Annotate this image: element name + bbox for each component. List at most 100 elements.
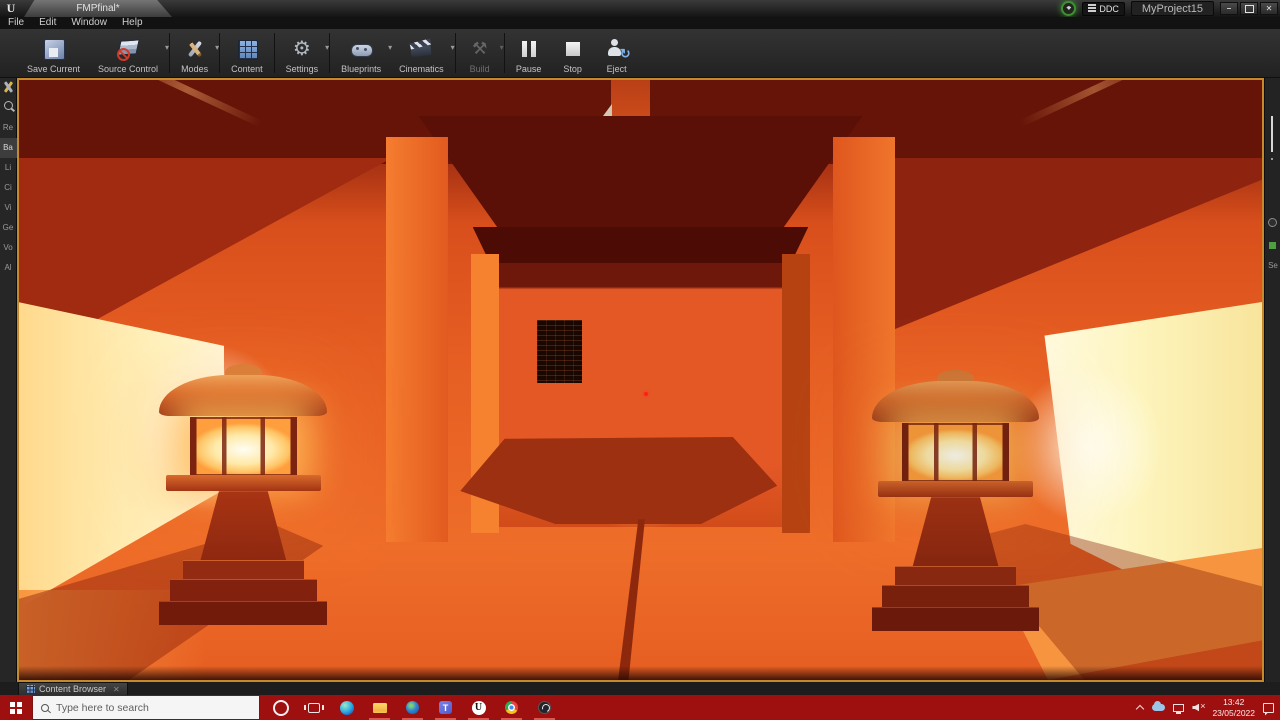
menu-help[interactable]: Help <box>122 17 143 29</box>
level-tab-label: FMPfinal* <box>76 3 120 14</box>
menu-file[interactable]: File <box>8 17 24 29</box>
place-category-visual[interactable]: Vi <box>0 198 17 218</box>
task-view-icon[interactable] <box>297 695 330 720</box>
onedrive-cloud-icon[interactable] <box>1152 701 1166 711</box>
pause-button[interactable]: Pause <box>507 29 551 77</box>
hidden-icons-caret[interactable] <box>1136 704 1144 712</box>
level-tab[interactable]: FMPfinal* <box>24 0 172 17</box>
cinematics-button[interactable]: Cinematics <box>390 29 453 77</box>
clock-date: 23/05/2022 <box>1212 707 1255 718</box>
place-category-allclasses[interactable]: Al <box>0 258 17 278</box>
place-actors-panel-collapsed: Re Ba Li Ci Vi Ge Vo Al <box>0 78 17 682</box>
taskbar-clock[interactable]: 13:42 23/05/2022 <box>1212 697 1255 718</box>
close-tab-icon[interactable] <box>113 685 120 694</box>
search-icon[interactable] <box>2 99 15 114</box>
place-category-geometry[interactable]: Ge <box>0 218 17 238</box>
system-tray: 13:42 23/05/2022 <box>1136 695 1280 720</box>
taskbar-search[interactable] <box>32 695 260 720</box>
unreal-logo-icon: U <box>6 1 16 15</box>
edge-icon[interactable] <box>330 695 363 720</box>
task-view-glyph <box>303 702 324 713</box>
taskbar-apps: T U <box>264 695 561 720</box>
window-controls <box>1220 2 1278 15</box>
eject-button[interactable]: Eject <box>595 29 639 77</box>
place-category-basic[interactable]: Ba <box>0 138 17 158</box>
toolbar-separator <box>219 33 221 73</box>
status-ring-icon <box>1061 1 1077 16</box>
scroll-dot <box>1271 158 1273 160</box>
ddc-server-icon <box>1088 4 1097 13</box>
unreal-glyph: U <box>471 700 486 715</box>
place-category-volumes[interactable]: Vo <box>0 238 17 258</box>
toolbar-separator <box>454 33 456 73</box>
content-browser-tab[interactable]: Content Browser <box>18 682 128 695</box>
hammer-icon: ⚒ <box>472 39 488 58</box>
menu-bar: File Edit Window Help <box>0 17 1280 29</box>
settings-button[interactable]: ⚙ Settings <box>277 29 328 77</box>
place-category-lights[interactable]: Li <box>0 158 17 178</box>
search-icon <box>41 703 49 712</box>
clock-time: 13:42 <box>1223 696 1245 707</box>
chevron-down-icon[interactable] <box>451 43 455 52</box>
network-icon[interactable] <box>1173 703 1185 714</box>
lantern-frame <box>901 423 1010 483</box>
right-panel-collapsed: Se <box>1264 78 1280 682</box>
chrome-icon[interactable] <box>495 695 528 720</box>
windows-logo-icon <box>10 701 22 714</box>
blueprints-button[interactable]: Blueprints <box>332 29 390 77</box>
minimize-button[interactable] <box>1220 2 1238 15</box>
place-category-recent[interactable]: Re <box>0 118 17 138</box>
globe-app-icon[interactable] <box>396 695 429 720</box>
content-grid-icon <box>234 36 260 62</box>
obs-glyph <box>538 701 551 714</box>
ddc-button[interactable]: DDC <box>1082 1 1125 16</box>
titlebar-right: DDC MyProject15 <box>1061 0 1278 17</box>
green-status-square <box>1269 242 1276 249</box>
cortana-icon[interactable] <box>264 695 297 720</box>
menu-window[interactable]: Window <box>71 17 107 29</box>
stop-button[interactable]: Stop <box>551 29 595 77</box>
file-explorer-icon[interactable] <box>363 695 396 720</box>
clapperboard-icon <box>408 36 434 62</box>
game-viewport[interactable] <box>17 78 1264 682</box>
panel-circle-icon <box>1268 218 1277 227</box>
gear-icon: ⚙ <box>292 38 311 60</box>
modes-tool-icon[interactable] <box>2 80 15 95</box>
scene-gate-pillar-left <box>385 137 448 542</box>
close-button[interactable] <box>1260 2 1278 15</box>
action-center-icon[interactable] <box>1263 702 1274 713</box>
main-area: Re Ba Li Ci Vi Ge Vo Al Se <box>0 78 1280 682</box>
stop-icon <box>560 36 586 62</box>
content-button[interactable]: Content <box>222 29 272 77</box>
build-button: ⚒ Build <box>458 29 502 77</box>
lantern-shelf <box>166 475 321 492</box>
chevron-down-icon[interactable] <box>165 43 169 52</box>
chevron-down-icon[interactable] <box>325 43 329 52</box>
lantern-base-step <box>881 585 1030 607</box>
source-control-button[interactable]: Source Control <box>89 29 167 77</box>
lantern-base-step <box>871 606 1040 631</box>
scene-corridor-jamb-right <box>782 254 810 533</box>
place-category-cinematic[interactable]: Ci <box>0 178 17 198</box>
volume-muted-icon[interactable] <box>1192 701 1205 713</box>
lantern-roof <box>159 375 328 416</box>
search-input[interactable] <box>56 701 251 714</box>
project-name-badge: MyProject15 <box>1130 1 1214 16</box>
chevron-down-icon[interactable] <box>215 43 219 52</box>
obs-studio-icon[interactable] <box>528 695 561 720</box>
lantern-pedestal <box>200 491 287 562</box>
modes-button[interactable]: Modes <box>172 29 217 77</box>
lantern-roof <box>871 381 1040 422</box>
lantern-base-step <box>895 566 1016 586</box>
scrollbar[interactable] <box>1271 116 1273 152</box>
lantern-shelf <box>878 481 1033 498</box>
save-current-button[interactable]: Save Current <box>18 29 89 77</box>
start-button[interactable] <box>0 695 32 720</box>
pause-icon <box>516 36 542 62</box>
maximize-button[interactable] <box>1240 2 1258 15</box>
unreal-engine-icon[interactable]: U <box>462 695 495 720</box>
collapsed-tab-label[interactable]: Se <box>1265 261 1280 270</box>
menu-edit[interactable]: Edit <box>39 17 56 29</box>
scene-stone-lantern-right <box>871 365 1040 635</box>
teams-icon[interactable]: T <box>429 695 462 720</box>
